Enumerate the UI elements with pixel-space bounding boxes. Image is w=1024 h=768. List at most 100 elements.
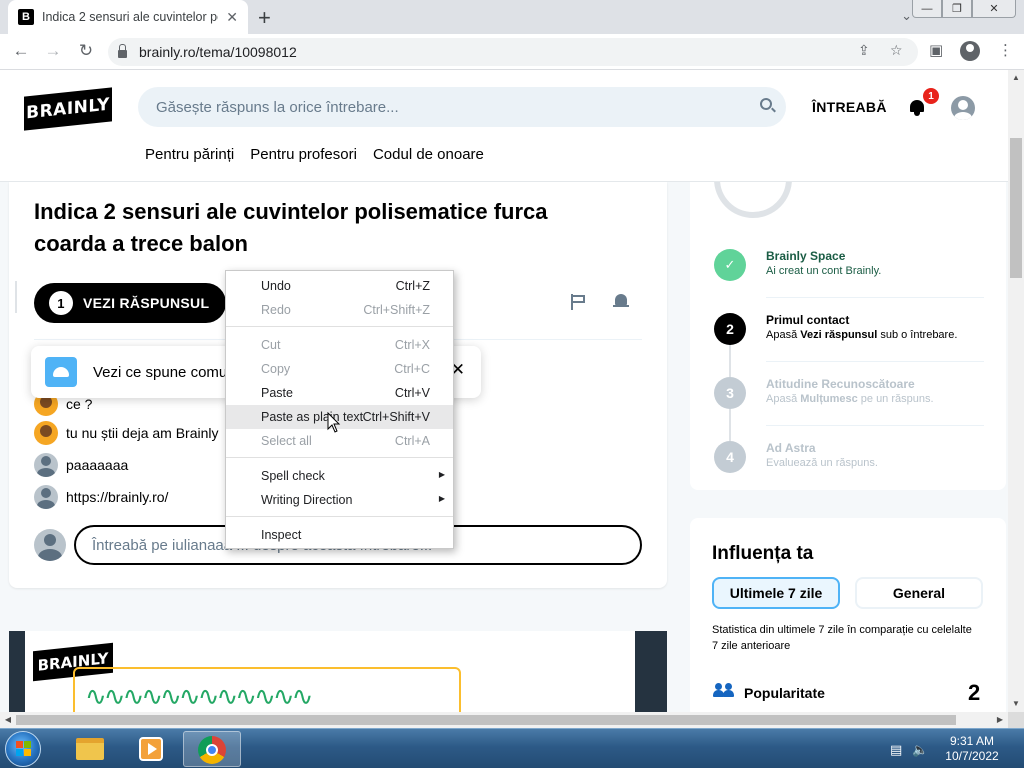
check-icon: ✓ (714, 249, 746, 281)
tab-general[interactable]: General (855, 577, 983, 609)
scrollbar-corner (1008, 712, 1024, 728)
step-desc: Apasă Mulțumesc pe un răspuns. (766, 393, 934, 405)
web-page: BRAINLY Găsește răspuns la orice întreba… (0, 70, 1008, 712)
network-icon[interactable]: ▤ (890, 742, 902, 758)
back-icon[interactable]: ← (10, 41, 32, 61)
menu-item-undo[interactable]: Undo Ctrl+Z (226, 274, 453, 298)
promo-squiggle: ∿∿∿∿∿∿∿∿∿∿∿∿ (85, 681, 313, 711)
taskbar-media-player[interactable] (121, 731, 179, 767)
popularity-value: 2 (968, 680, 981, 705)
step-separator (766, 297, 984, 298)
step-title: Primul contact (766, 313, 850, 327)
comment-text: paaaaaaa (66, 457, 129, 473)
browser-toolbar: ← → ↻ brainly.ro/tema/10098012 ⇪ ☆ ▣ ⋮ (0, 34, 1024, 70)
question-title: Indica 2 sensuri ale cuvintelor polisema… (34, 199, 548, 256)
scrollbar-thumb[interactable] (1010, 138, 1022, 278)
side-panel-icon[interactable]: ▣ (929, 41, 943, 59)
step-desc: Ai creat un cont Brainly. (766, 265, 882, 277)
scroll-left-icon[interactable]: ◀ (0, 712, 16, 728)
promo-banner[interactable]: BRAINLY ∿∿∿∿∿∿∿∿∿∿∿∿ (9, 631, 667, 712)
comment-text: https://brainly.ro/ (66, 489, 169, 505)
new-tab-icon[interactable]: + (258, 5, 271, 31)
sub-navigation: Pentru părinți Pentru profesori Codul de… (145, 146, 484, 163)
comment-item: https://brainly.ro/ (34, 485, 168, 509)
submenu-arrow-icon: ▶ (438, 494, 445, 503)
see-answer-button[interactable]: 1 VEZI RĂSPUNSUL (34, 283, 226, 323)
lock-icon[interactable] (118, 43, 127, 58)
nav-link-parents[interactable]: Pentru părinți (145, 146, 234, 163)
step-connector (15, 281, 17, 313)
report-flag-icon[interactable] (571, 294, 585, 310)
follow-bell-icon[interactable] (613, 292, 629, 308)
notifications-bell-icon[interactable] (909, 98, 925, 116)
submenu-arrow-icon: ▶ (438, 470, 445, 479)
user-avatar[interactable] (951, 96, 975, 120)
reload-icon[interactable]: ↻ (75, 41, 97, 61)
popularity-label: Popularitate (744, 685, 825, 701)
bookmark-star-icon[interactable]: ☆ (890, 42, 903, 59)
comment-text: tu nu știi deja am Brainly (66, 425, 219, 441)
ask-question-button[interactable]: ÎNTREABĂ (812, 99, 887, 115)
browser-menu-icon[interactable]: ⋮ (998, 41, 1013, 59)
comment-item: tu nu știi deja am Brainly (34, 421, 219, 445)
influence-title: Influența ta (712, 543, 814, 564)
influence-description: Statistica din ultimele 7 zile în compar… (712, 624, 972, 652)
tab-search-chevron-icon[interactable]: ⌄ (901, 8, 912, 24)
profile-avatar-icon[interactable] (960, 41, 980, 61)
step-title: Brainly Space (766, 249, 846, 263)
taskbar-explorer[interactable] (60, 731, 118, 767)
my-avatar (34, 529, 66, 561)
comment-item: paaaaaaa (34, 453, 128, 477)
menu-item-redo[interactable]: Redo Ctrl+Shift+Z (226, 298, 453, 322)
tab-close-icon[interactable]: ✕ (226, 9, 238, 26)
scroll-down-icon[interactable]: ▼ (1008, 696, 1024, 712)
step-title: Atitudine Recunoscătoare (766, 377, 915, 391)
window-close-icon[interactable]: ✕ (972, 0, 1016, 18)
toast-text: Vezi ce spune comu (93, 363, 228, 381)
address-bar[interactable]: brainly.ro/tema/10098012 (108, 38, 918, 66)
taskbar-clock[interactable]: 9:31 AM 10/7/2022 (930, 734, 1014, 764)
step-number: 2 (714, 313, 746, 345)
start-button[interactable] (5, 731, 41, 767)
menu-item-cut[interactable]: Cut Ctrl+X (226, 333, 453, 357)
search-icon[interactable] (760, 98, 772, 110)
vertical-scrollbar[interactable]: ▲ ▼ (1008, 70, 1024, 712)
taskbar-chrome[interactable] (183, 731, 241, 767)
see-answer-label: VEZI RĂSPUNSUL (83, 295, 210, 311)
scroll-right-icon[interactable]: ▶ (992, 712, 1008, 728)
minimize-icon[interactable]: — (912, 0, 942, 18)
commenter-avatar[interactable] (34, 485, 58, 509)
step-separator (766, 425, 984, 426)
menu-item-inspect[interactable]: Inspect (226, 523, 453, 547)
restore-icon[interactable]: ❐ (942, 0, 972, 18)
clock-time: 9:31 AM (949, 734, 995, 748)
share-icon[interactable]: ⇪ (858, 42, 870, 59)
forward-icon[interactable]: → (42, 41, 64, 61)
nav-link-teachers[interactable]: Pentru profesori (250, 146, 357, 163)
answer-count-badge: 1 (49, 291, 73, 315)
volume-icon[interactable]: 🔈 (912, 742, 928, 758)
window-controls: — ❐ ✕ (912, 0, 1016, 18)
commenter-avatar[interactable] (34, 421, 58, 445)
scroll-up-icon[interactable]: ▲ (1008, 70, 1024, 86)
menu-item-spell-check[interactable]: Spell check ▶ (226, 464, 453, 488)
step-connector (729, 345, 731, 377)
chrome-icon (198, 736, 226, 764)
step-number: 3 (714, 377, 746, 409)
commenter-avatar[interactable] (34, 453, 58, 477)
menu-item-paste[interactable]: Paste Ctrl+V (226, 381, 453, 405)
mouse-cursor-icon (327, 412, 341, 433)
notification-badge: 1 (923, 88, 939, 104)
menu-separator (226, 326, 453, 327)
menu-item-copy[interactable]: Copy Ctrl+C (226, 357, 453, 381)
browser-tab[interactable]: B Indica 2 sensuri ale cuvintelor polise… (8, 0, 248, 34)
horizontal-scrollbar[interactable]: ◀ ▶ (0, 712, 1008, 728)
tab-last-7-days[interactable]: Ultimele 7 zile (712, 577, 840, 609)
scrollbar-thumb[interactable] (16, 715, 956, 725)
search-input[interactable]: Găsește răspuns la orice întrebare... (138, 87, 786, 127)
menu-separator (226, 457, 453, 458)
brainly-logo[interactable]: BRAINLY (24, 87, 112, 131)
menu-item-writing-direction[interactable]: Writing Direction ▶ (226, 488, 453, 512)
search-placeholder: Găsește răspuns la orice întrebare... (156, 98, 399, 116)
nav-link-honor-code[interactable]: Codul de onoare (373, 146, 484, 163)
